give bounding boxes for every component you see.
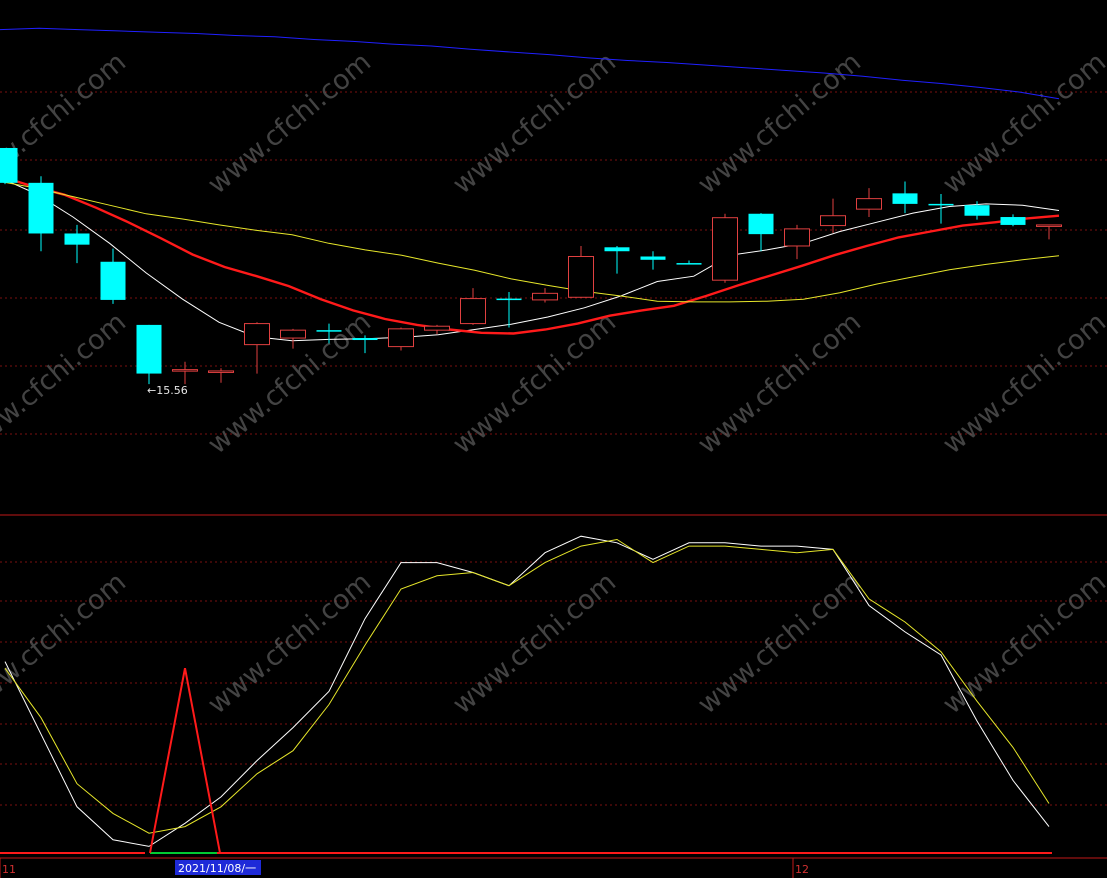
watermark-text: www.cfchi.com	[937, 47, 1107, 201]
watermark-text: www.cfchi.com	[692, 307, 867, 461]
price-panel[interactable]: ←15.56	[0, 27, 1062, 397]
candle-body-up	[388, 328, 414, 348]
candle[interactable]	[928, 194, 954, 224]
axis-label: 12	[795, 863, 809, 876]
candle-body-down	[1000, 217, 1026, 225]
candle-body-down	[496, 298, 522, 301]
candle-body-up	[856, 198, 882, 210]
candle-body-up	[280, 329, 306, 339]
candle[interactable]	[172, 361, 198, 385]
candle-body-up	[172, 369, 198, 372]
candle-body-down	[136, 324, 162, 374]
watermark-text: www.cfchi.com	[937, 307, 1107, 461]
candle[interactable]	[460, 288, 486, 325]
candle-body-down	[28, 182, 54, 234]
candle-body-up	[1036, 224, 1062, 227]
candle-body-up	[712, 217, 738, 281]
candle[interactable]	[1036, 224, 1062, 240]
watermark-text: www.cfchi.com	[202, 567, 377, 721]
x-axis: 11 12 2021/11/08/一	[0, 858, 809, 878]
candle-body-down	[640, 256, 666, 260]
candle[interactable]	[100, 248, 126, 304]
ma_longest-line	[0, 27, 1060, 100]
candle[interactable]	[208, 368, 234, 383]
candle[interactable]	[604, 245, 630, 274]
stock-chart: www.cfchi.com www.cfchi.com www.cfchi.com w…	[0, 27, 1107, 878]
candle-body-up	[424, 325, 450, 331]
kdj_fast-line	[4, 535, 1050, 847]
candle[interactable]	[892, 181, 918, 214]
candle-body-down	[0, 147, 18, 183]
selected-date-label: 2021/11/08/一	[178, 862, 256, 875]
watermark-text: www.cfchi.com	[447, 47, 622, 201]
candle-body-up	[568, 256, 594, 298]
watermark-text: www.cfchi.com	[692, 567, 867, 721]
candle-body-down	[892, 193, 918, 204]
candle[interactable]	[0, 147, 18, 185]
candle-body-up	[460, 298, 486, 325]
candle-body-down	[748, 213, 774, 235]
candle-body-up	[244, 323, 270, 346]
candle[interactable]	[280, 328, 306, 349]
watermark-text: www.cfchi.com	[937, 567, 1107, 721]
candle-body-up	[532, 292, 558, 301]
candle[interactable]	[856, 188, 882, 218]
watermark-text: www.cfchi.com	[202, 307, 377, 461]
candle[interactable]	[676, 260, 702, 265]
candle-body-down	[352, 338, 378, 341]
candle-body-down	[316, 330, 342, 332]
watermark-text: www.cfchi.com	[0, 307, 132, 461]
candle[interactable]	[640, 251, 666, 270]
candle[interactable]	[136, 324, 162, 385]
candle-body-down	[676, 263, 702, 265]
candle[interactable]	[496, 292, 522, 328]
candle-body-up	[784, 228, 810, 247]
candle[interactable]	[532, 288, 558, 303]
watermark-text: www.cfchi.com	[0, 47, 132, 201]
axis-label: 11	[2, 863, 16, 876]
candle[interactable]	[388, 327, 414, 351]
candle-body-down	[64, 233, 90, 245]
watermark-text: www.cfchi.com	[0, 567, 132, 721]
candle-body-up	[208, 370, 234, 373]
candle-body-up	[820, 215, 846, 227]
candle[interactable]	[28, 176, 54, 252]
watermark-text: www.cfchi.com	[447, 567, 622, 721]
candle[interactable]	[568, 245, 594, 298]
watermark-text: www.cfchi.com	[202, 47, 377, 201]
candle[interactable]	[748, 213, 774, 252]
candle-body-down	[928, 203, 954, 206]
candle[interactable]	[424, 324, 450, 335]
candle-body-down	[100, 261, 126, 300]
candle[interactable]	[820, 198, 846, 233]
candle[interactable]	[784, 224, 810, 260]
candle[interactable]	[64, 224, 90, 264]
candle-body-down	[964, 205, 990, 216]
candle[interactable]	[1000, 214, 1026, 227]
low-price-label: ←15.56	[147, 384, 188, 397]
candle-body-down	[604, 247, 630, 252]
candle[interactable]	[712, 213, 738, 283]
